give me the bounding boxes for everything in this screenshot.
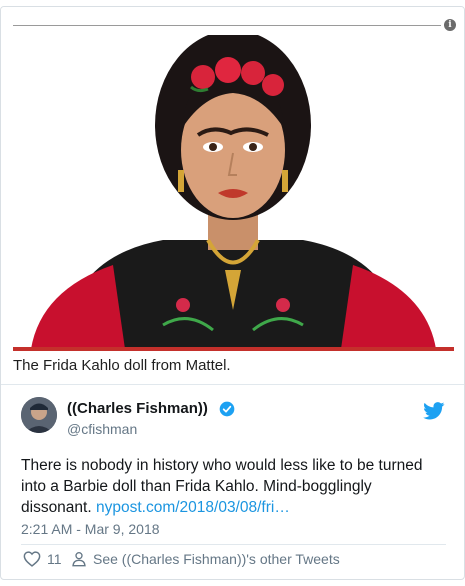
- avatar[interactable]: [21, 397, 57, 433]
- tweet-media[interactable]: i The Frida Kahlo doll from Mattel.: [1, 7, 464, 383]
- media-top-rule: [13, 25, 441, 26]
- article-link[interactable]: nypost.com/2018/03/08/fri…: [96, 499, 290, 516]
- doll-image: [31, 35, 436, 349]
- see-others-label: See ((Charles Fishman))'s other Tweets: [93, 551, 340, 567]
- caption-accent-bar: [13, 347, 454, 351]
- like-button[interactable]: 11: [23, 551, 62, 567]
- timestamp[interactable]: 2:21 AM - Mar 9, 2018: [21, 521, 160, 537]
- footer-divider: [21, 544, 446, 545]
- display-name[interactable]: ((Charles Fishman)): [67, 400, 208, 417]
- media-caption: The Frida Kahlo doll from Mattel.: [13, 357, 231, 374]
- person-icon: [72, 552, 86, 567]
- verified-badge-icon: [219, 401, 235, 417]
- avatar-image: [21, 397, 57, 433]
- embedded-tweet-card: i The Frida Kahlo doll from Mattel. ((Ch…: [0, 6, 465, 580]
- media-divider: [1, 384, 464, 385]
- tweet-text: There is nobody in history who would les…: [21, 455, 446, 518]
- see-other-tweets-link[interactable]: See ((Charles Fishman))'s other Tweets: [71, 551, 340, 567]
- info-icon[interactable]: i: [444, 19, 456, 31]
- like-count: 11: [47, 551, 62, 567]
- doll-photo[interactable]: [13, 35, 454, 349]
- user-handle[interactable]: @cfishman: [67, 421, 137, 437]
- heart-icon: [23, 551, 41, 567]
- twitter-bird-icon[interactable]: [423, 402, 445, 420]
